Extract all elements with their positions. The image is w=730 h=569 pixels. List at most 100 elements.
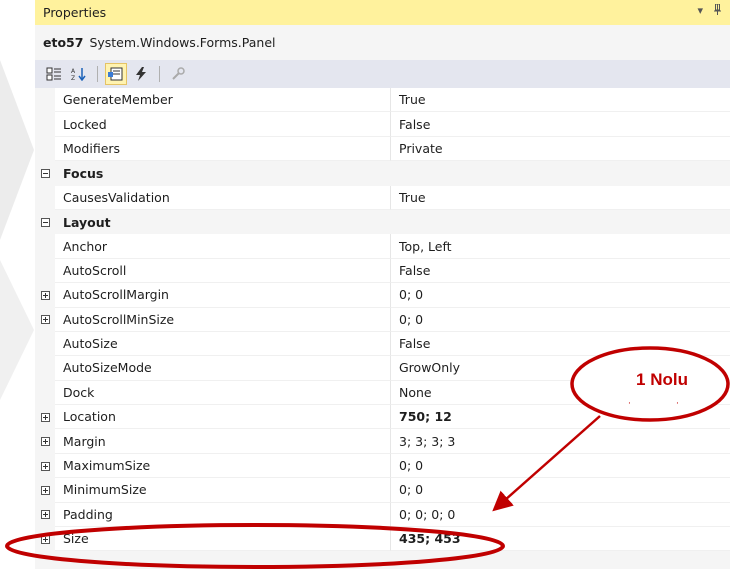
property-row[interactable]: Anchor Top, Left	[35, 234, 730, 259]
property-value[interactable]: False	[390, 331, 730, 357]
property-row[interactable]: MaximumSize 0; 0	[35, 453, 730, 479]
property-value[interactable]: 3; 3; 3; 3	[390, 429, 730, 454]
expand-icon[interactable]	[40, 510, 50, 520]
property-row[interactable]: AutoScroll False	[35, 258, 730, 284]
row-gutter	[35, 210, 55, 234]
property-name: AutoSize	[55, 331, 390, 357]
dropdown-arrow-icon[interactable]: ▾	[697, 4, 703, 18]
property-name: Locked	[55, 112, 390, 137]
property-name: Padding	[55, 502, 390, 528]
object-type: System.Windows.Forms.Panel	[89, 35, 276, 50]
object-selector[interactable]: eto57 System.Windows.Forms.Panel	[35, 25, 730, 60]
object-name: eto57	[43, 35, 84, 50]
properties-icon[interactable]	[105, 63, 127, 85]
toolbar-separator	[159, 66, 160, 82]
property-name: AutoScroll	[55, 258, 390, 284]
property-value[interactable]: False	[390, 112, 730, 137]
property-value[interactable]: 435; 453	[390, 527, 730, 552]
category-row[interactable]: Layout	[35, 209, 730, 235]
row-gutter	[35, 381, 55, 405]
property-name: GenerateMember	[55, 88, 390, 113]
property-name: Dock	[55, 380, 390, 406]
row-gutter	[35, 308, 55, 332]
property-value[interactable]: Private	[390, 136, 730, 162]
category-name: Focus	[55, 161, 390, 186]
property-value[interactable]: 0; 0	[390, 307, 730, 332]
row-gutter	[35, 478, 55, 502]
property-name: MinimumSize	[55, 478, 390, 503]
expand-icon[interactable]	[40, 437, 50, 447]
property-name: AutoScrollMinSize	[55, 307, 390, 332]
property-value[interactable]: True	[390, 88, 730, 113]
property-row[interactable]: Size 435; 453	[35, 527, 730, 552]
property-row[interactable]: Padding 0; 0; 0; 0	[35, 502, 730, 528]
property-value	[390, 209, 730, 235]
property-name: Size	[55, 527, 390, 552]
row-gutter	[35, 137, 55, 161]
property-value[interactable]: 0; 0	[390, 283, 730, 308]
property-row[interactable]: AutoScrollMargin 0; 0	[35, 283, 730, 308]
property-value[interactable]: True	[390, 185, 730, 210]
property-row[interactable]: CausesValidation True	[35, 185, 730, 210]
property-value[interactable]: 0; 0	[390, 453, 730, 479]
property-name: Anchor	[55, 234, 390, 259]
row-gutter	[35, 161, 55, 185]
property-name: CausesValidation	[55, 185, 390, 210]
toolbar-separator	[97, 66, 98, 82]
row-gutter	[35, 112, 55, 136]
property-row[interactable]: AutoScrollMinSize 0; 0	[35, 307, 730, 332]
property-row[interactable]: Margin 3; 3; 3; 3	[35, 429, 730, 454]
properties-toolbar: AZ	[35, 60, 730, 88]
callout-label: 1 Nolu	[636, 370, 688, 389]
collapse-icon[interactable]	[40, 217, 50, 227]
row-gutter	[35, 405, 55, 429]
property-value[interactable]: 750; 12	[390, 405, 730, 430]
property-name: MaximumSize	[55, 453, 390, 479]
property-name: Location	[55, 405, 390, 430]
events-icon[interactable]	[130, 63, 152, 85]
svg-text:A: A	[71, 68, 76, 75]
property-name: AutoSizeMode	[55, 356, 390, 381]
row-gutter	[35, 454, 55, 478]
alphabetical-icon[interactable]: AZ	[68, 63, 90, 85]
category-row[interactable]: Focus	[35, 161, 730, 186]
category-name: Layout	[55, 209, 390, 235]
svg-text:Z: Z	[71, 75, 75, 81]
expand-icon[interactable]	[40, 290, 50, 300]
row-gutter	[35, 332, 55, 356]
panel-title: Properties	[43, 5, 107, 20]
property-row[interactable]: MinimumSize 0; 0	[35, 478, 730, 503]
expand-icon[interactable]	[40, 412, 50, 422]
properties-panel: Properties ▾ eto57 System.Windows.Forms.…	[35, 0, 730, 569]
property-name: Modifiers	[55, 136, 390, 162]
property-row[interactable]: AutoSize False	[35, 331, 730, 357]
pin-icon[interactable]	[713, 3, 722, 18]
property-row[interactable]: Locked False	[35, 112, 730, 137]
collapse-icon[interactable]	[40, 168, 50, 178]
property-value[interactable]: 0; 0	[390, 478, 730, 503]
panel-titlebar: Properties ▾	[35, 0, 730, 25]
property-row[interactable]: Location 750; 12	[35, 405, 730, 430]
watermark-shape	[0, 60, 34, 400]
row-gutter	[35, 186, 55, 210]
property-value[interactable]: Top, Left	[390, 234, 730, 259]
row-gutter	[35, 283, 55, 307]
expand-icon[interactable]	[40, 461, 50, 471]
property-value[interactable]: False	[390, 258, 730, 284]
property-value	[390, 161, 730, 186]
property-pages-icon	[167, 63, 189, 85]
expand-icon[interactable]	[40, 485, 50, 495]
expand-icon[interactable]	[40, 315, 50, 325]
row-gutter	[35, 88, 55, 112]
row-gutter	[35, 259, 55, 283]
property-row[interactable]: Modifiers Private	[35, 136, 730, 162]
property-row[interactable]: GenerateMember True	[35, 88, 730, 113]
categorized-icon[interactable]	[43, 63, 65, 85]
row-gutter	[35, 527, 55, 551]
property-value[interactable]: 0; 0; 0; 0	[390, 502, 730, 528]
row-gutter	[35, 234, 55, 258]
expand-icon[interactable]	[40, 534, 50, 544]
row-gutter	[35, 429, 55, 453]
row-gutter	[35, 356, 55, 380]
property-name: Margin	[55, 429, 390, 454]
